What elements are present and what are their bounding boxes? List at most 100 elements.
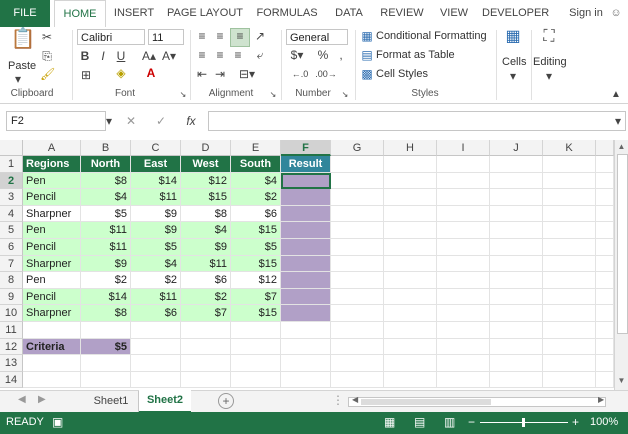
table-cell[interactable] — [437, 206, 490, 222]
table-cell[interactable] — [490, 256, 543, 272]
table-cell[interactable] — [384, 173, 437, 189]
table-cell[interactable] — [231, 355, 281, 372]
table-cell[interactable] — [384, 239, 437, 256]
italic-icon[interactable]: I — [96, 49, 110, 63]
table-cell[interactable] — [331, 305, 384, 322]
table-cell[interactable] — [81, 372, 131, 388]
table-cell[interactable]: Sharpner — [23, 305, 81, 322]
table-cell[interactable] — [231, 372, 281, 388]
table-cell[interactable]: $11 — [81, 222, 131, 239]
table-cell[interactable] — [543, 206, 596, 222]
table-cell[interactable] — [384, 206, 437, 222]
table-cell[interactable]: $15 — [231, 256, 281, 272]
cell-styles-button[interactable]: Cell Styles — [376, 68, 428, 80]
chevron-down-icon[interactable]: ▾ — [542, 69, 556, 83]
sheet-tab-active[interactable]: Sheet2 — [139, 390, 191, 413]
table-cell[interactable]: $12 — [181, 173, 231, 189]
shrink-font-icon[interactable]: A▾ — [160, 49, 178, 63]
row-header[interactable]: 14 — [0, 372, 23, 388]
sign-in-link[interactable]: Sign in — [566, 0, 606, 27]
table-cell[interactable]: $4 — [231, 173, 281, 189]
table-cell[interactable]: East — [131, 156, 181, 173]
cells-icon[interactable]: ▦ — [502, 29, 524, 50]
table-cell[interactable]: Pencil — [23, 189, 81, 206]
table-cell[interactable] — [231, 339, 281, 355]
chevron-down-icon[interactable]: ▾ — [612, 114, 624, 128]
tab-developer[interactable]: DEVELOPER — [482, 0, 549, 27]
copy-icon[interactable]: ⎘ — [40, 49, 54, 63]
table-cell[interactable] — [437, 339, 490, 355]
table-cell[interactable]: $2 — [131, 272, 181, 289]
table-cell[interactable] — [596, 372, 614, 388]
tab-review[interactable]: REVIEW — [378, 0, 426, 27]
table-cell[interactable] — [490, 322, 543, 339]
table-cell[interactable] — [437, 355, 490, 372]
comma-style-icon[interactable]: , — [334, 48, 348, 62]
table-cell[interactable] — [596, 173, 614, 189]
scroll-thumb[interactable] — [617, 154, 628, 334]
table-cell[interactable]: West — [181, 156, 231, 173]
formula-input[interactable] — [208, 111, 626, 131]
tab-home[interactable]: HOME — [54, 0, 106, 29]
table-cell[interactable]: $15 — [181, 189, 231, 206]
tab-view[interactable]: VIEW — [436, 0, 472, 27]
table-cell[interactable] — [181, 355, 231, 372]
scroll-up-icon[interactable]: ▲ — [616, 142, 627, 152]
table-cell[interactable]: $6 — [131, 305, 181, 322]
editing-icon[interactable]: ⛶ — [538, 29, 560, 50]
align-middle-icon[interactable]: ≡ — [212, 29, 228, 43]
table-cell[interactable]: $7 — [231, 289, 281, 305]
table-cell[interactable] — [437, 222, 490, 239]
table-cell[interactable] — [23, 372, 81, 388]
tab-page-layout[interactable]: PAGE LAYOUT — [166, 0, 244, 27]
table-cell[interactable] — [596, 189, 614, 206]
table-cell[interactable] — [331, 222, 384, 239]
table-cell[interactable] — [437, 256, 490, 272]
table-cell[interactable] — [384, 272, 437, 289]
table-cell[interactable]: $2 — [181, 289, 231, 305]
table-cell[interactable]: $6 — [181, 272, 231, 289]
row-header[interactable]: 5 — [0, 222, 23, 239]
table-cell[interactable] — [181, 339, 231, 355]
table-cell[interactable] — [331, 355, 384, 372]
table-cell[interactable]: $15 — [231, 222, 281, 239]
column-header[interactable]: E — [231, 140, 281, 156]
dialog-launcher-icon[interactable]: ↘ — [178, 88, 188, 102]
table-cell[interactable] — [437, 239, 490, 256]
dialog-launcher-icon[interactable]: ↘ — [268, 88, 278, 102]
table-cell[interactable] — [543, 256, 596, 272]
table-cell[interactable]: $11 — [131, 189, 181, 206]
column-header[interactable]: D — [181, 140, 231, 156]
decrease-indent-icon[interactable]: ⇤ — [194, 67, 210, 81]
column-header[interactable] — [596, 140, 614, 156]
number-format-combo[interactable]: General — [286, 29, 348, 45]
row-header[interactable]: 8 — [0, 272, 23, 289]
percent-icon[interactable]: % — [316, 48, 330, 62]
table-cell[interactable]: $4 — [181, 222, 231, 239]
scroll-left-icon[interactable]: ◀ — [352, 395, 358, 404]
table-cell[interactable] — [490, 239, 543, 256]
paste-icon[interactable]: 📋 — [10, 29, 36, 56]
table-cell[interactable]: $11 — [81, 239, 131, 256]
table-cell[interactable]: $2 — [81, 272, 131, 289]
table-cell[interactable]: $8 — [81, 173, 131, 189]
table-cell[interactable]: Result — [281, 156, 331, 173]
table-cell[interactable] — [331, 173, 384, 189]
tab-file[interactable]: FILE — [0, 0, 50, 27]
sheet-tab[interactable]: Sheet1 — [84, 391, 139, 412]
table-cell[interactable] — [384, 156, 437, 173]
page-break-view-icon[interactable]: ▥ — [444, 415, 455, 429]
conditional-formatting-button[interactable]: Conditional Formatting — [376, 30, 487, 42]
table-cell[interactable] — [490, 305, 543, 322]
table-cell[interactable]: $6 — [231, 206, 281, 222]
align-top-icon[interactable]: ≡ — [194, 29, 210, 43]
table-cell[interactable]: $5 — [81, 206, 131, 222]
row-header[interactable]: 1 — [0, 156, 23, 173]
bold-icon[interactable]: B — [78, 49, 92, 63]
table-cell[interactable] — [543, 322, 596, 339]
table-cell[interactable] — [384, 189, 437, 206]
align-left-icon[interactable]: ≡ — [194, 48, 210, 62]
column-header[interactable]: I — [437, 140, 490, 156]
table-cell[interactable] — [384, 289, 437, 305]
font-color-icon[interactable]: A — [144, 66, 158, 80]
